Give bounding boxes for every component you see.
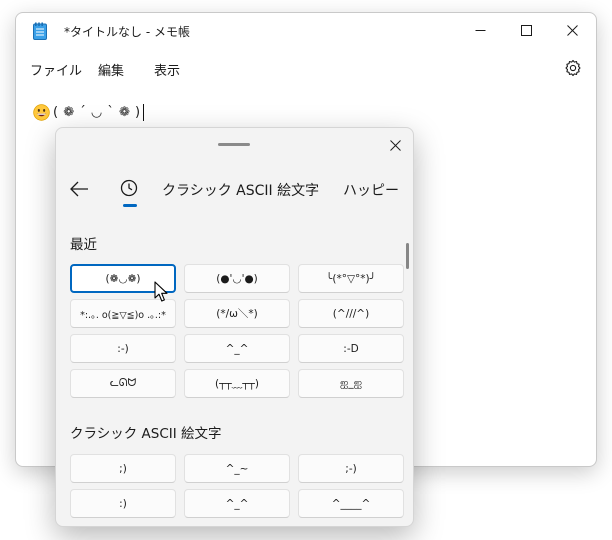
scrollbar-thumb[interactable] [406, 243, 409, 269]
close-icon [389, 139, 401, 151]
maximize-button[interactable] [503, 13, 549, 47]
emoji-panel: クラシック ASCII 絵文字 ハッピー 最近 (❁◡❁) (●'◡'●) ╰(… [55, 127, 414, 527]
text-caret [142, 103, 144, 121]
editor-text: ( ❁ ´ ◡ ` ❁ ) [53, 104, 141, 120]
back-arrow-icon[interactable] [68, 180, 90, 198]
menu-file[interactable]: ファイル [30, 60, 82, 79]
classic-grid: ;) ^_~ ;-) :) ^_^ ^____^ [70, 454, 404, 518]
emoji-tile[interactable]: ^_~ [184, 454, 290, 483]
emoji-tile[interactable]: ;-) [298, 454, 404, 483]
section-heading-classic: クラシック ASCII 絵文字 [70, 426, 222, 442]
recent-grid: (❁◡❁) (●'◡'●) ╰(*°▽°*)╯ *:.｡. o(≧▽≦)o .｡… [70, 264, 404, 398]
emoji-tile[interactable]: ;) [70, 454, 176, 483]
minimize-icon [475, 29, 485, 31]
emoji-tile[interactable]: :-) [70, 334, 176, 363]
tab-classic-ascii[interactable]: クラシック ASCII 絵文字 [162, 180, 319, 200]
window-title: *タイトルなし - メモ帳 [64, 25, 190, 39]
emoji-tile[interactable]: *:.｡. o(≧▽≦)o .｡.:* [70, 299, 176, 328]
minimize-button[interactable] [457, 13, 503, 47]
emoji-tile[interactable]: ^_^ [184, 334, 290, 363]
section-heading-recent: 最近 [70, 237, 97, 253]
gear-icon[interactable] [564, 59, 582, 77]
close-panel-button[interactable] [386, 136, 404, 154]
clock-icon[interactable] [119, 178, 139, 198]
emoji-tile[interactable]: (^///^) [298, 299, 404, 328]
emoji-tile[interactable]: (*/ω＼*) [184, 299, 290, 328]
emoji-tile[interactable]: ஐ_ஐ [298, 369, 404, 398]
close-window-button[interactable] [549, 13, 595, 47]
tab-happy[interactable]: ハッピー [343, 180, 399, 200]
editor-line: ( ❁ ´ ◡ ` ❁ ) [33, 101, 144, 123]
title-bar[interactable]: *タイトルなし - メモ帳 [16, 13, 596, 49]
drag-handle[interactable] [218, 143, 250, 146]
emoji-tile[interactable]: (┬┬﹏┬┬) [184, 369, 290, 398]
emoji-tile[interactable]: :-D [298, 334, 404, 363]
menu-view[interactable]: 表示 [154, 60, 180, 79]
emoji-tile[interactable]: ^____^ [298, 489, 404, 518]
emoji-tile[interactable]: ^_^ [184, 489, 290, 518]
mouse-pointer-icon [154, 281, 168, 302]
emoji-tile[interactable]: ᓚᘏᗢ [70, 369, 176, 398]
grinning-face-emoji-icon [33, 103, 50, 121]
emoji-tile[interactable]: ╰(*°▽°*)╯ [298, 264, 404, 293]
notepad-app-icon [33, 22, 47, 40]
panel-nav: クラシック ASCII 絵文字 ハッピー [56, 172, 413, 212]
maximize-icon [520, 24, 532, 36]
menu-edit[interactable]: 編集 [98, 60, 124, 79]
close-icon [566, 24, 578, 36]
menu-bar: ファイル 編集 表示 [16, 55, 596, 83]
emoji-tile[interactable]: :) [70, 489, 176, 518]
active-tab-indicator [123, 204, 137, 207]
emoji-tile[interactable]: (●'◡'●) [184, 264, 290, 293]
